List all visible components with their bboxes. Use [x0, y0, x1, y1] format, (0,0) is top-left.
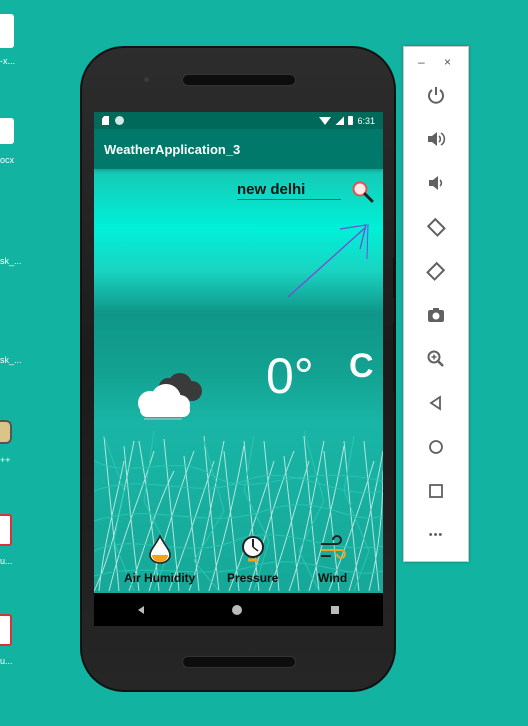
- desktop-icon[interactable]: [0, 14, 24, 48]
- back-icon: [429, 395, 441, 411]
- phone-power-key[interactable]: [393, 258, 396, 298]
- desktop-icon-label: ++: [0, 455, 11, 465]
- weather-content: 0° C Air Humidity: [94, 169, 383, 593]
- overview-button[interactable]: [420, 477, 452, 505]
- signal-icon: [335, 116, 345, 125]
- desktop-icon[interactable]: [0, 118, 24, 144]
- phone-volume-key[interactable]: [393, 323, 396, 393]
- top-speaker: [182, 74, 296, 86]
- rotate-right-button[interactable]: [420, 257, 452, 285]
- humidity-drop-icon: [148, 534, 171, 564]
- rotate-left-icon: [426, 217, 446, 237]
- phone-screen: 6:31 WeatherApplication_3 new delhi 0° C…: [94, 112, 383, 626]
- camera-icon: [428, 308, 444, 322]
- sync-icon: [115, 116, 124, 125]
- close-button[interactable]: ×: [444, 55, 451, 69]
- volume-up-button[interactable]: [420, 125, 452, 153]
- power-icon: [428, 87, 444, 104]
- app-title: WeatherApplication_3: [104, 141, 241, 157]
- pressure-metric[interactable]: Pressure: [227, 534, 278, 585]
- android-nav-bar: [94, 593, 383, 626]
- desktop-icon-label: u...: [0, 656, 13, 666]
- zoom-button[interactable]: [420, 345, 452, 373]
- more-icon: •••: [428, 529, 444, 541]
- emulator-toolbar: – × •••: [403, 46, 469, 562]
- pressure-gauge-icon: [241, 536, 264, 562]
- search-button[interactable]: [352, 181, 374, 203]
- home-button[interactable]: [420, 433, 452, 461]
- nav-back-button[interactable]: [138, 605, 145, 614]
- bottom-speaker: [182, 656, 296, 668]
- wind-icon: [320, 535, 346, 559]
- volume-down-icon: [429, 176, 443, 190]
- sd-card-icon: [102, 116, 109, 125]
- minimize-button[interactable]: –: [418, 55, 425, 69]
- rotate-left-button[interactable]: [420, 213, 452, 241]
- wind-metric[interactable]: Wind: [318, 534, 347, 585]
- city-search-input[interactable]: [237, 179, 341, 200]
- phone-frame: 6:31 WeatherApplication_3 new delhi 0° C…: [80, 46, 396, 692]
- desktop-icon-label: sk_...: [0, 256, 22, 266]
- temperature-unit: C: [349, 347, 374, 385]
- status-bar: 6:31: [94, 112, 383, 129]
- overview-icon: [429, 484, 443, 498]
- desktop-icon[interactable]: [0, 614, 24, 646]
- volume-up-icon: [428, 132, 446, 146]
- zoom-icon: [427, 350, 444, 367]
- desktop-icon-label: -x...: [0, 56, 15, 66]
- wifi-icon: [319, 116, 332, 125]
- desktop-icon-label: sk_...: [0, 355, 22, 365]
- air-humidity-metric[interactable]: Air Humidity: [124, 534, 195, 585]
- air-humidity-label: Air Humidity: [124, 571, 196, 585]
- pressure-label: Pressure: [227, 571, 279, 585]
- front-camera: [144, 77, 149, 82]
- back-button[interactable]: [420, 389, 452, 417]
- nav-recents-button[interactable]: [330, 605, 339, 614]
- weather-metrics: Air Humidity Pressure Wind: [94, 534, 383, 594]
- hint-arrow-icon: [287, 223, 369, 298]
- home-icon: [429, 440, 443, 454]
- app-bar: WeatherApplication_3: [94, 129, 383, 169]
- status-time: 6:31: [357, 115, 375, 126]
- desktop-icon[interactable]: [0, 514, 24, 546]
- search-icon: [352, 181, 374, 203]
- desktop-icon[interactable]: [0, 420, 24, 444]
- desktop-icon-label: u...: [0, 556, 13, 566]
- power-button[interactable]: [420, 81, 452, 109]
- battery-icon: [348, 116, 354, 125]
- screenshot-button[interactable]: [420, 301, 452, 329]
- wind-label: Wind: [318, 571, 348, 585]
- volume-down-button[interactable]: [420, 169, 452, 197]
- more-button[interactable]: •••: [420, 521, 452, 549]
- nav-home-button[interactable]: [232, 604, 243, 615]
- temperature-value: 0°: [266, 348, 314, 404]
- desktop-icon-label: ocx: [0, 155, 15, 165]
- rotate-right-icon: [426, 261, 446, 281]
- cloud-weather-icon: [128, 365, 208, 428]
